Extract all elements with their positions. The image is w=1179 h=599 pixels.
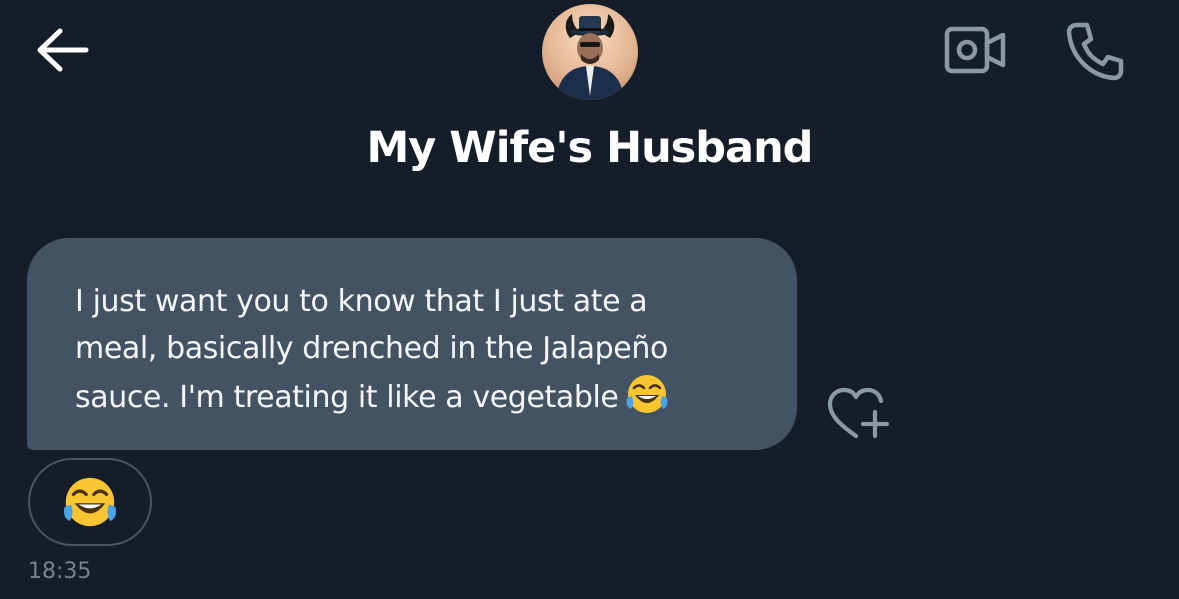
video-camera-icon xyxy=(944,26,1006,74)
avatar[interactable] xyxy=(542,4,638,100)
face-with-tears-of-joy-icon xyxy=(63,477,117,527)
face-with-tears-of-joy-icon xyxy=(626,375,667,413)
video-call-button[interactable] xyxy=(940,20,1010,80)
heart-plus-icon xyxy=(827,387,890,439)
reaction-chip[interactable] xyxy=(28,458,152,546)
phone-icon xyxy=(1066,22,1124,81)
arrow-left-icon xyxy=(37,28,89,72)
profile-photo xyxy=(542,4,638,100)
message-text: I just want you to know that I just ate … xyxy=(75,284,668,415)
message-bubble[interactable]: I just want you to know that I just ate … xyxy=(27,238,797,450)
contact-name[interactable]: My Wife's Husband xyxy=(0,120,1179,176)
voice-call-button[interactable] xyxy=(1060,18,1130,84)
back-button[interactable] xyxy=(30,22,92,78)
add-reaction-button[interactable] xyxy=(822,380,894,446)
message-timestamp: 18:35 xyxy=(28,559,92,584)
